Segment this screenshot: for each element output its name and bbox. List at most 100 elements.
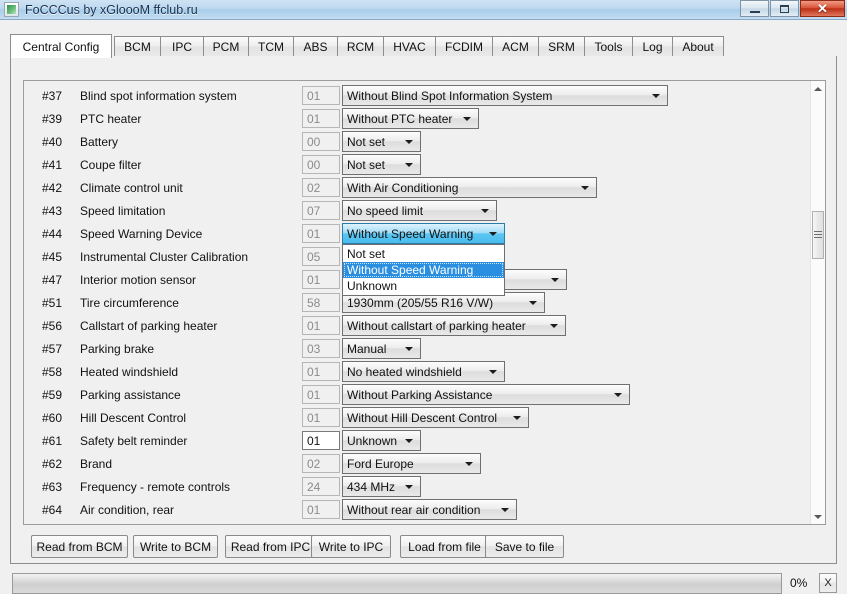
close-button[interactable]: ✕ — [800, 0, 845, 17]
config-row-value-input[interactable]: 02 — [302, 178, 340, 197]
save-to-file-button[interactable]: Save to file — [485, 535, 564, 558]
scroll-down-button[interactable] — [811, 509, 825, 524]
config-row: #60 Hill Descent Control 01 Without Hill De… — [24, 406, 812, 429]
dropdown-option[interactable]: Unknown — [343, 278, 504, 294]
config-row: #41 Coupe filter 00 Not set — [24, 153, 812, 176]
config-row-combobox[interactable]: With Air Conditioning — [342, 177, 597, 198]
config-row-combobox[interactable]: Without callstart of parking heater — [342, 315, 566, 336]
tab-rcm[interactable]: RCM — [337, 36, 384, 56]
read-from-bcm-button[interactable]: Read from BCM — [31, 535, 128, 558]
config-row-value-input[interactable]: 05 — [302, 247, 340, 266]
config-row-value-input[interactable]: 01 — [302, 86, 340, 105]
cancel-button[interactable]: X — [819, 573, 837, 593]
combobox-value: Without Speed Warning — [347, 226, 474, 241]
config-row-label: Hill Descent Control — [80, 410, 187, 425]
config-row-combobox[interactable]: No speed limit — [342, 200, 497, 221]
config-row-value-input[interactable]: 01 — [302, 431, 340, 450]
config-row-label: Safety belt reminder — [80, 433, 188, 448]
tab-acm[interactable]: ACM — [492, 36, 539, 56]
write-to-ipc-button[interactable]: Write to IPC — [311, 535, 391, 558]
progress-bar — [12, 573, 782, 594]
combobox-value: Not set — [347, 157, 386, 172]
config-row-value-input[interactable]: 07 — [302, 201, 340, 220]
dropdown-option[interactable]: Not set — [343, 246, 504, 262]
tab-pcm[interactable]: PCM — [203, 36, 249, 56]
config-row-id: #39 — [42, 111, 63, 126]
tab-hvac[interactable]: HVAC — [383, 36, 436, 56]
config-row-combobox[interactable]: Without PTC heater — [342, 108, 479, 129]
config-row: #40 Battery 00 Not set — [24, 130, 812, 153]
config-row-combobox[interactable]: Not set — [342, 131, 421, 152]
config-row-value-input[interactable]: 00 — [302, 132, 340, 151]
scrollbar-thumb[interactable] — [812, 211, 824, 259]
config-row-combobox[interactable]: Not set — [342, 154, 421, 175]
config-row-value-input[interactable]: 01 — [302, 224, 340, 243]
config-row-combobox[interactable]: Without Parking Assistance — [342, 384, 630, 405]
write-to-bcm-button[interactable]: Write to BCM — [133, 535, 218, 558]
load-from-file-button[interactable]: Load from file — [400, 535, 489, 558]
config-row-label: Air condition, rear — [80, 502, 175, 517]
config-row-value-input[interactable]: 01 — [302, 270, 340, 289]
tab-ipc[interactable]: IPC — [160, 36, 204, 56]
config-row-value-input[interactable]: 01 — [302, 109, 340, 128]
chevron-down-icon — [529, 300, 537, 305]
config-row-combobox[interactable]: Manual — [342, 338, 421, 359]
config-row-value-input[interactable]: 58 — [302, 293, 340, 312]
config-row-value-input[interactable]: 00 — [302, 155, 340, 174]
config-row-value-input[interactable]: 01 — [302, 385, 340, 404]
dropdown-option[interactable]: Without Speed Warning — [343, 262, 504, 278]
config-row-id: #62 — [42, 456, 63, 471]
config-row-combobox[interactable]: Unknown — [342, 430, 421, 451]
tab-srm[interactable]: SRM — [538, 36, 585, 56]
config-row-combobox[interactable]: Without Blind Spot Information System — [342, 85, 668, 106]
tab-tcm[interactable]: TCM — [248, 36, 294, 56]
config-row-combobox[interactable]: Without Hill Descent Control — [342, 407, 529, 428]
config-row-label: Parking brake — [80, 341, 155, 356]
config-row-combobox[interactable]: Ford Europe — [342, 453, 481, 474]
chevron-down-icon — [405, 162, 413, 167]
config-row-label: Speed limitation — [80, 203, 166, 218]
config-row-value-input[interactable]: 02 — [302, 454, 340, 473]
application-window: FoCCCus by xGloooM ffclub.ru ✕ Central C… — [0, 0, 847, 594]
config-row-combobox[interactable]: Without Speed Warning — [342, 223, 505, 244]
config-row-combobox[interactable]: No heated windshield — [342, 361, 505, 382]
config-list-scrollbar[interactable] — [810, 81, 825, 524]
config-row-value-input[interactable]: 01 — [302, 316, 340, 335]
config-row-value-input[interactable]: 01 — [302, 500, 340, 519]
tab-tools[interactable]: Tools — [584, 36, 633, 56]
scroll-up-button[interactable] — [811, 81, 825, 96]
config-row-id: #61 — [42, 433, 63, 448]
tab-bar: Central Config BCM IPC PCM TCM ABS RCM HVAC FCDI… — [10, 34, 837, 58]
combobox-dropdown-list[interactable]: Not set Without Speed Warning Unknown — [342, 244, 505, 296]
minimize-button[interactable] — [740, 0, 769, 17]
config-row-id: #45 — [42, 249, 63, 264]
close-icon: ✕ — [817, 0, 828, 16]
config-rows: #37 Blind spot information system 01 Withou… — [24, 81, 812, 524]
action-button-bar: Read from BCM Write to BCM Read from IPC Wr… — [23, 535, 823, 559]
window-body: Central Config BCM IPC PCM TCM ABS RCM HVAC FCDI… — [0, 20, 847, 594]
config-row-label: Instrumental Cluster Calibration — [80, 249, 249, 264]
config-row-value-input[interactable]: 01 — [302, 408, 340, 427]
grip-icon — [814, 231, 822, 239]
tab-log[interactable]: Log — [632, 36, 673, 56]
tab-abs[interactable]: ABS — [293, 36, 338, 56]
tab-central-config[interactable]: Central Config — [10, 34, 112, 58]
config-row: #37 Blind spot information system 01 Withou… — [24, 84, 812, 107]
config-row-id: #59 — [42, 387, 63, 402]
config-row: #61 Safety belt reminder 01 Unknown — [24, 429, 812, 452]
config-row-combobox[interactable]: Without rear air condition — [342, 499, 517, 520]
tab-about[interactable]: About — [672, 36, 724, 56]
config-row-label: Heated windshield — [80, 364, 179, 379]
config-row-value-input[interactable]: 03 — [302, 339, 340, 358]
config-row-value-input[interactable]: 01 — [302, 362, 340, 381]
config-list-panel: #37 Blind spot information system 01 Withou… — [23, 80, 826, 525]
read-from-ipc-button[interactable]: Read from IPC — [225, 535, 316, 558]
tab-bcm[interactable]: BCM — [114, 36, 161, 56]
maximize-button[interactable] — [770, 0, 799, 17]
config-row: #43 Speed limitation 07 No speed limit — [24, 199, 812, 222]
tab-fcdim[interactable]: FCDIM — [435, 36, 493, 56]
config-row-combobox[interactable]: 434 MHz — [342, 476, 421, 497]
config-row-value-input[interactable]: 24 — [302, 477, 340, 496]
config-row-label: PTC heater — [80, 111, 142, 126]
config-row: #57 Parking brake 03 Manual — [24, 337, 812, 360]
